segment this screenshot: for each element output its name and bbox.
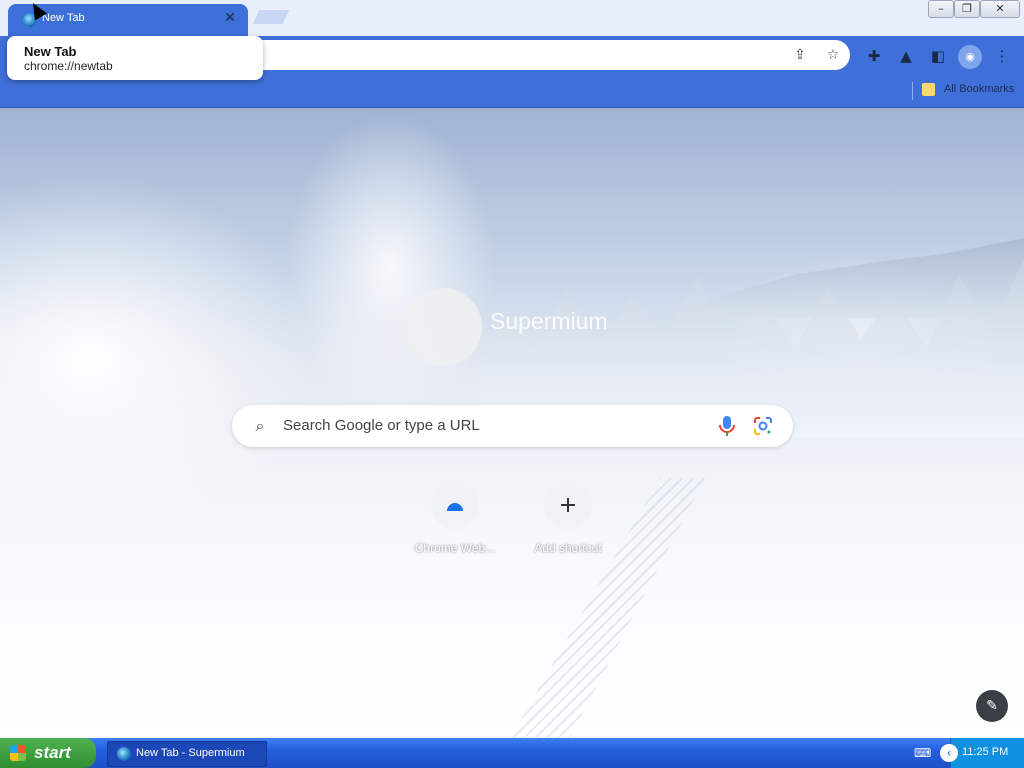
logo-icon bbox=[404, 288, 482, 366]
search-icon: ⌕ bbox=[255, 416, 265, 435]
new-tab-page: Supermium ⌕ Search Google or type a URL … bbox=[0, 108, 1024, 738]
tab-tooltip: New Tab chrome://newtab bbox=[7, 36, 263, 80]
labs-flask-icon[interactable]: ▲ bbox=[896, 46, 916, 66]
shortcut-chrome-web-store[interactable]: Chrome Web... bbox=[405, 481, 505, 571]
tray-expand-icon[interactable]: ‹ bbox=[940, 744, 958, 762]
keyboard-icon[interactable]: ⌨ bbox=[914, 746, 931, 760]
logo-text: Supermium bbox=[490, 308, 608, 334]
new-tab-button[interactable] bbox=[252, 10, 290, 24]
tab-title: New Tab bbox=[42, 12, 85, 24]
minimize-button[interactable]: – bbox=[928, 0, 954, 18]
side-panel-icon[interactable]: ◧ bbox=[928, 46, 948, 66]
windows-logo-icon bbox=[10, 745, 26, 761]
clock: 11:25 PM bbox=[962, 746, 1009, 758]
extensions-puzzle-icon[interactable]: ✚ bbox=[864, 46, 884, 66]
plus-icon bbox=[561, 498, 575, 512]
tooltip-title: New Tab bbox=[24, 44, 77, 59]
shortcut-label: Chrome Web... bbox=[414, 541, 496, 555]
taskbar-item-label: New Tab - Supermium bbox=[136, 747, 245, 759]
tooltip-url: chrome://newtab bbox=[24, 59, 113, 73]
shortcut-tile bbox=[544, 481, 592, 529]
address-bar[interactable]: ⇪ ☆ bbox=[240, 40, 850, 70]
microphone-icon[interactable] bbox=[718, 415, 736, 437]
folder-icon[interactable] bbox=[922, 83, 935, 96]
add-shortcut-button[interactable]: Add shortcut bbox=[518, 481, 618, 571]
kebab-menu-icon[interactable]: ⋮ bbox=[992, 46, 1012, 66]
profile-avatar-icon[interactable]: ◉ bbox=[958, 45, 982, 69]
tab-close-icon[interactable]: ✕ bbox=[222, 10, 238, 26]
chrome-web-store-icon bbox=[447, 503, 463, 511]
start-button[interactable]: start bbox=[0, 738, 96, 768]
supermium-favicon-icon bbox=[117, 747, 131, 761]
all-bookmarks-link[interactable]: All Bookmarks bbox=[944, 83, 1014, 95]
taskbar: start New Tab - Supermium ⌨ ‹ 11:25 PM bbox=[0, 738, 1024, 768]
close-window-button[interactable]: ✕ bbox=[980, 0, 1020, 18]
bookmark-star-icon[interactable]: ☆ bbox=[825, 47, 841, 63]
shortcut-tile bbox=[431, 481, 479, 529]
start-label: start bbox=[34, 743, 71, 762]
shortcut-label: Add shortcut bbox=[534, 541, 602, 555]
taskbar-item-supermium[interactable]: New Tab - Supermium bbox=[107, 741, 267, 767]
title-bar: New Tab ✕ – ❐ ✕ bbox=[0, 0, 1024, 36]
search-placeholder: Search Google or type a URL bbox=[283, 417, 480, 434]
search-box[interactable]: ⌕ Search Google or type a URL bbox=[232, 405, 793, 447]
share-icon[interactable]: ⇪ bbox=[792, 47, 808, 63]
google-lens-icon[interactable] bbox=[752, 415, 774, 437]
customize-pencil-icon[interactable]: ✎ bbox=[976, 690, 1008, 722]
restore-button[interactable]: ❐ bbox=[954, 0, 980, 18]
bookmarks-separator bbox=[912, 82, 913, 100]
